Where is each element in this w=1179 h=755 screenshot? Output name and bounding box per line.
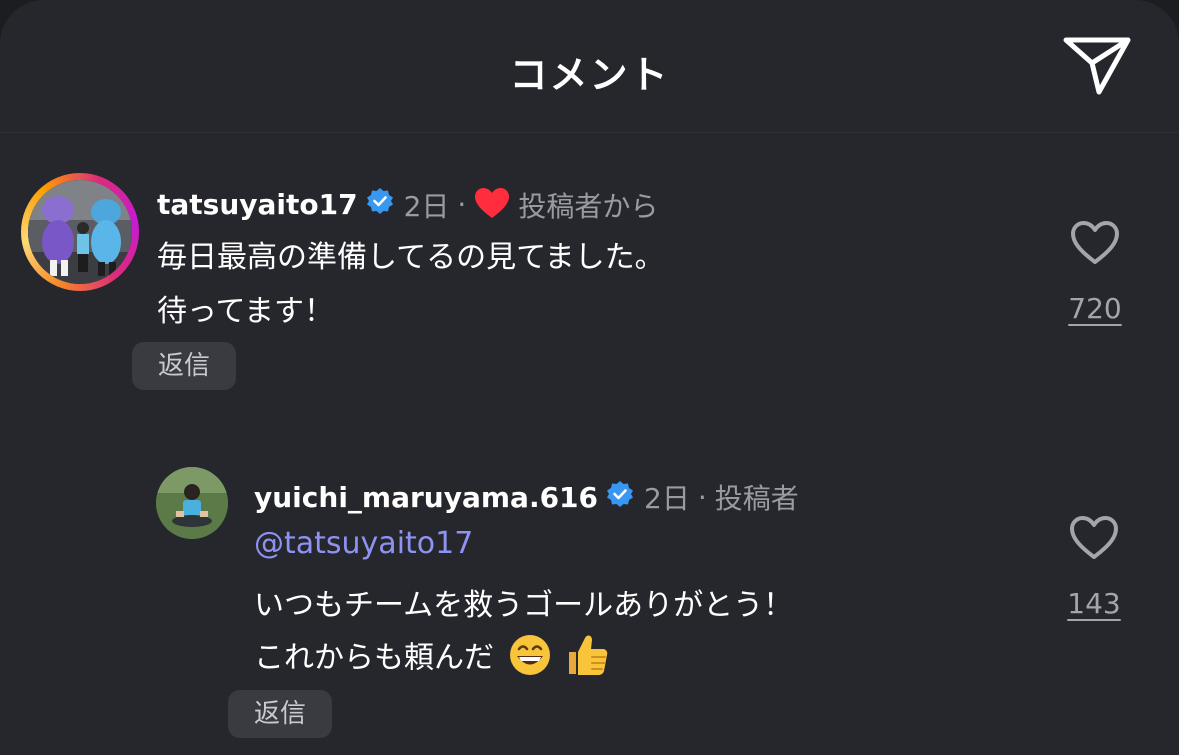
comment-time: 2日 [403,189,450,223]
heart-outline-icon[interactable] [1070,220,1120,270]
mention-link[interactable]: @tatsuyaito17 [254,526,473,561]
thumbs-up-icon [565,632,609,686]
paper-plane-icon[interactable] [1061,34,1133,98]
like-count[interactable]: 143 [1059,587,1129,620]
page-title: コメント [509,53,670,97]
heart-filled-icon [474,187,510,226]
verified-badge-icon [366,187,394,222]
comment-text-line: いつもチームを救うゴールありがとう！ [254,588,794,623]
comments-sheet: コメント tatsuyaito17 2日 · 投稿者から 毎日最高の準備してるの… [0,0,1179,755]
liked-by-author-label: 投稿者から [518,189,659,223]
reply-button[interactable]: 返信 [132,342,236,390]
comment-text-line: 待ってます！ [157,294,334,329]
comment-text: これからも頼んだ [254,640,494,676]
avatar[interactable] [156,467,228,539]
like-count[interactable]: 720 [1060,292,1130,325]
avatar-story-ring[interactable] [21,173,139,291]
avatar [28,180,132,284]
comment-time: 2日 [644,482,690,515]
comment-username[interactable]: yuichi_maruyama.616 [254,481,598,514]
like-column: 720 [1060,220,1130,325]
meta-separator: · [457,188,467,221]
heart-outline-icon[interactable] [1069,515,1119,565]
reply-button[interactable]: 返信 [228,690,332,738]
comment-username[interactable]: tatsuyaito17 [157,188,358,221]
comment-meta: tatsuyaito17 2日 · 投稿者から [157,183,658,226]
author-label: 投稿者 [714,482,799,515]
sheet-header: コメント [0,0,1179,133]
grinning-face-icon [508,633,552,685]
meta-separator: · [697,480,707,514]
comment-text-line: これからも頼んだ [254,632,609,686]
verified-badge-icon [606,480,634,515]
like-column: 143 [1059,515,1129,620]
comment-text-line: 毎日最高の準備してるの見てました。 [157,240,665,275]
comment-meta: yuichi_maruyama.616 2日 · 投稿者 [254,477,799,517]
